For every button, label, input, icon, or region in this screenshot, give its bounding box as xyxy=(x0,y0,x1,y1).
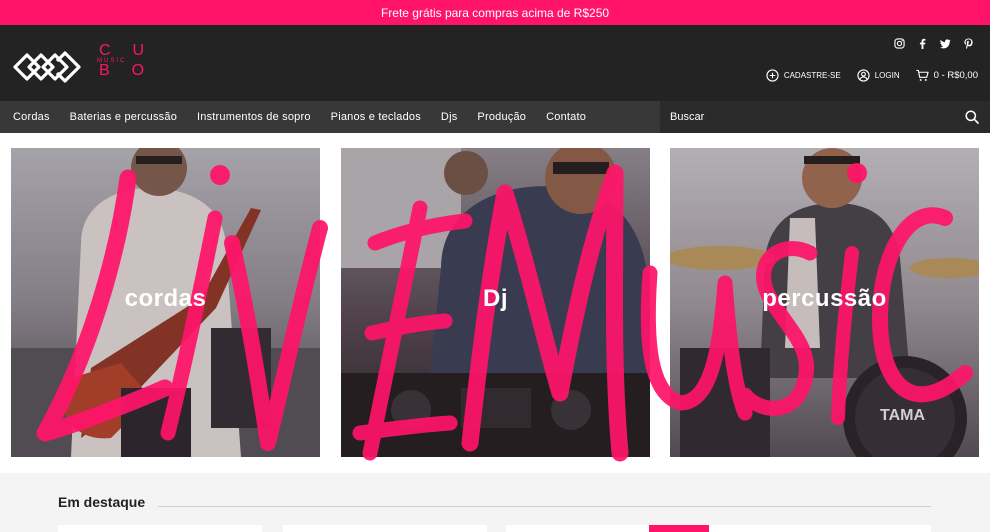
nav-item-baterias[interactable]: Baterias e percussão xyxy=(70,111,177,123)
cart-label: 0 - R$0,00 xyxy=(933,70,978,81)
product-badge xyxy=(649,525,709,532)
tile-label-cordas: cordas xyxy=(124,285,207,312)
user-icon xyxy=(857,69,870,82)
login-label: LOGIN xyxy=(874,71,900,80)
category-tile-dj[interactable]: Dj xyxy=(341,148,650,457)
site-header: CU MUSIC BO CADASTRE-SE LOGIN 0 - R$0,00 xyxy=(0,25,990,101)
nav-item-djs[interactable]: Djs xyxy=(441,111,458,123)
search-box xyxy=(660,101,990,133)
nav-item-producao[interactable]: Produção xyxy=(477,111,526,123)
twitter-icon[interactable] xyxy=(940,38,951,49)
account-bar: CADASTRE-SE LOGIN 0 - R$0,00 xyxy=(766,69,978,82)
nav-item-sopro[interactable]: Instrumentos de sopro xyxy=(197,111,311,123)
featured-section: Em destaque xyxy=(0,473,990,532)
facebook-icon[interactable] xyxy=(917,38,928,49)
hero-banner: cordas Dj TAMA percussão xyxy=(0,133,990,473)
register-label: CADASTRE-SE xyxy=(783,71,841,80)
nav-item-cordas[interactable]: Cordas xyxy=(13,111,50,123)
featured-title: Em destaque xyxy=(58,494,146,510)
social-links xyxy=(894,38,974,49)
category-tile-percussao[interactable]: TAMA percussão xyxy=(670,148,979,457)
register-link[interactable]: CADASTRE-SE xyxy=(766,69,841,82)
promo-bar: Frete grátis para compras acima de R$250 xyxy=(0,0,990,25)
add-circle-icon xyxy=(766,69,779,82)
login-link[interactable]: LOGIN xyxy=(857,69,900,82)
category-tile-cordas[interactable]: cordas xyxy=(11,148,320,457)
promo-text: Frete grátis para compras acima de R$250 xyxy=(380,5,610,20)
nav-item-pianos[interactable]: Pianos e teclados xyxy=(331,111,421,123)
tile-label-dj: Dj xyxy=(483,285,508,312)
tile-label-percussao: percussão xyxy=(762,285,887,312)
search-input[interactable] xyxy=(670,101,950,133)
logo[interactable]: CU MUSIC BO xyxy=(13,43,144,87)
main-nav: Cordas Baterias e percussão Instrumentos… xyxy=(0,101,990,133)
featured-divider xyxy=(158,506,931,507)
product-card[interactable] xyxy=(283,525,487,532)
instagram-icon[interactable] xyxy=(894,38,905,49)
cart-link[interactable]: 0 - R$0,00 xyxy=(916,69,978,82)
search-icon[interactable] xyxy=(965,110,979,124)
logo-wordmark: CU MUSIC BO xyxy=(97,43,149,87)
product-card[interactable] xyxy=(58,525,262,532)
pinterest-icon[interactable] xyxy=(963,38,974,49)
product-card[interactable] xyxy=(506,525,931,532)
cart-icon xyxy=(916,69,929,81)
logo-mark-icon xyxy=(13,51,81,83)
nav-item-contato[interactable]: Contato xyxy=(546,111,586,123)
nav-list: Cordas Baterias e percussão Instrumentos… xyxy=(13,101,586,133)
logo-line-3: BO xyxy=(99,62,167,79)
